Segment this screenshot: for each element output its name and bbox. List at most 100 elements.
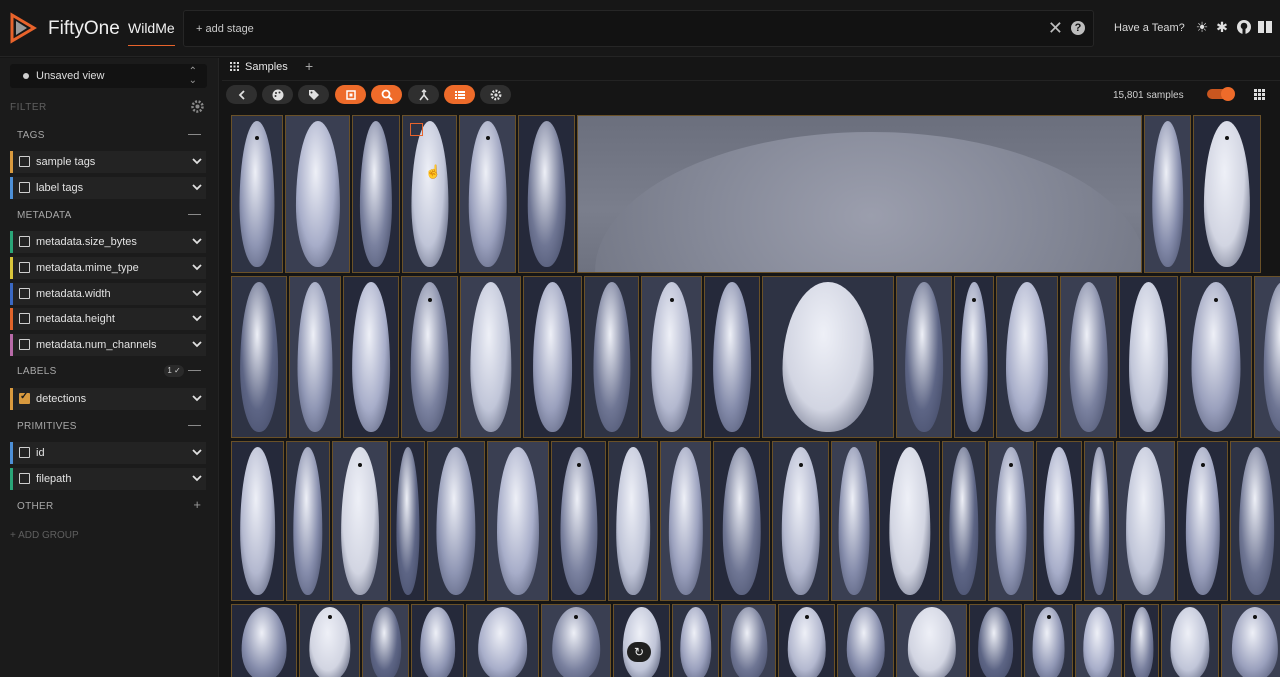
field-metadata-height[interactable]: metadata.height	[10, 308, 206, 330]
collapse-icon[interactable]: —	[188, 126, 201, 141]
view-bar[interactable]: + add stage ✕ ?	[183, 10, 1094, 47]
sample-thumbnail[interactable]	[1084, 441, 1114, 601]
add-stage-button[interactable]: + add stage	[192, 22, 258, 36]
sample-thumbnail[interactable]	[352, 115, 400, 273]
sample-thumbnail[interactable]	[1075, 604, 1122, 677]
sample-thumbnail[interactable]	[231, 115, 283, 273]
sample-thumbnail[interactable]	[1119, 276, 1178, 438]
sun-icon[interactable]: ☀	[1194, 19, 1210, 35]
sample-thumbnail[interactable]	[584, 276, 639, 438]
sample-thumbnail[interactable]	[762, 276, 894, 438]
dataset-selector[interactable]: WildMe	[128, 20, 175, 46]
sample-thumbnail[interactable]	[1254, 276, 1280, 438]
sample-grid[interactable]	[231, 115, 1280, 677]
sample-thumbnail[interactable]	[721, 604, 776, 677]
sample-thumbnail[interactable]	[1221, 604, 1280, 677]
field-filepath[interactable]: filepath	[10, 468, 206, 490]
chevron-down-icon[interactable]	[192, 156, 202, 166]
checkbox[interactable]	[19, 313, 30, 324]
sample-thumbnail[interactable]	[343, 276, 399, 438]
sample-thumbnail[interactable]	[837, 604, 894, 677]
sample-thumbnail[interactable]	[704, 276, 760, 438]
slack-icon[interactable]: ✱	[1214, 19, 1230, 35]
checkbox[interactable]	[19, 288, 30, 299]
view-select[interactable]: Unsaved view ⌃ ⌄	[10, 64, 207, 88]
checkbox[interactable]	[19, 473, 30, 484]
add-group-button[interactable]: + ADD GROUP	[10, 530, 79, 541]
sample-thumbnail[interactable]	[459, 115, 516, 273]
sample-thumbnail[interactable]	[518, 115, 575, 273]
sample-thumbnail[interactable]	[523, 276, 582, 438]
field-detections[interactable]: detections	[10, 388, 206, 410]
grid-view-icon[interactable]	[1254, 89, 1265, 100]
chevron-down-icon[interactable]	[192, 313, 202, 323]
expand-icon[interactable]: +	[193, 497, 201, 512]
sample-thumbnail[interactable]	[332, 441, 388, 601]
chevron-down-icon[interactable]	[192, 288, 202, 298]
fiftyone-logo[interactable]	[8, 12, 38, 44]
toggle-knob[interactable]	[1221, 87, 1235, 101]
have-a-team-link[interactable]: Have a Team?	[1114, 22, 1185, 34]
sample-thumbnail[interactable]	[286, 441, 330, 601]
sample-thumbnail[interactable]	[460, 276, 521, 438]
field-metadata-num-channels[interactable]: metadata.num_channels	[10, 334, 206, 356]
checkbox[interactable]	[19, 182, 30, 193]
sample-thumbnail[interactable]	[1161, 604, 1219, 677]
checkbox[interactable]	[19, 339, 30, 350]
color-palette-button[interactable]	[262, 85, 293, 104]
chevron-down-icon[interactable]	[192, 182, 202, 192]
patches-button[interactable]	[335, 85, 366, 104]
sample-thumbnail[interactable]	[996, 276, 1058, 438]
field-label-tags[interactable]: label tags	[10, 177, 206, 199]
field-metadata-width[interactable]: metadata.width	[10, 283, 206, 305]
docs-icon[interactable]	[1257, 19, 1273, 35]
group-labels[interactable]: LABELS 1 ✓ —	[10, 360, 206, 382]
sample-thumbnail[interactable]	[402, 115, 457, 273]
chevron-down-icon[interactable]	[192, 339, 202, 349]
sample-thumbnail[interactable]	[1230, 441, 1280, 601]
sample-thumbnail[interactable]	[1124, 604, 1159, 677]
sample-thumbnail[interactable]	[390, 441, 425, 601]
group-primitives[interactable]: PRIMITIVES —	[10, 415, 206, 437]
help-icon[interactable]: ?	[1071, 21, 1085, 35]
sample-thumbnail[interactable]	[487, 441, 549, 601]
sample-thumbnail[interactable]	[672, 604, 719, 677]
group-tags[interactable]: TAGS —	[10, 124, 206, 146]
sample-thumbnail[interactable]	[1060, 276, 1117, 438]
group-metadata[interactable]: METADATA —	[10, 204, 206, 226]
collapse-icon[interactable]: —	[188, 362, 201, 377]
patches-toggle[interactable]	[1207, 87, 1235, 101]
sample-thumbnail[interactable]	[778, 604, 835, 677]
sample-thumbnail[interactable]	[285, 115, 350, 273]
similarity-button[interactable]	[408, 85, 439, 104]
sample-thumbnail[interactable]	[942, 441, 986, 601]
sample-thumbnail[interactable]	[1180, 276, 1252, 438]
sample-thumbnail[interactable]	[713, 441, 770, 601]
sample-thumbnail[interactable]	[427, 441, 485, 601]
field-id[interactable]: id	[10, 442, 206, 464]
sample-thumbnail[interactable]	[608, 441, 658, 601]
back-button[interactable]	[226, 85, 257, 104]
checkbox[interactable]	[19, 262, 30, 273]
sample-thumbnail[interactable]	[1193, 115, 1261, 273]
sample-thumbnail[interactable]	[401, 276, 458, 438]
refresh-icon[interactable]: ↻	[627, 642, 651, 662]
checkbox[interactable]	[19, 447, 30, 458]
sample-thumbnail[interactable]	[772, 441, 829, 601]
sample-thumbnail[interactable]	[411, 604, 464, 677]
checkbox[interactable]	[19, 156, 30, 167]
sample-thumbnail[interactable]	[551, 441, 606, 601]
field-metadata-size-bytes[interactable]: metadata.size_bytes	[10, 231, 206, 253]
field-metadata-mime-type[interactable]: metadata.mime_type	[10, 257, 206, 279]
sample-thumbnail[interactable]	[988, 441, 1034, 601]
gear-icon[interactable]	[191, 100, 204, 113]
sample-thumbnail[interactable]	[1024, 604, 1073, 677]
list-view-button[interactable]	[444, 85, 475, 104]
search-button[interactable]	[371, 85, 402, 104]
sample-thumbnail[interactable]	[466, 604, 539, 677]
sample-thumbnail[interactable]	[231, 441, 284, 601]
sample-thumbnail[interactable]	[541, 604, 611, 677]
checkbox[interactable]	[19, 236, 30, 247]
collapse-icon[interactable]: —	[188, 206, 201, 221]
sample-thumbnail[interactable]	[896, 604, 967, 677]
